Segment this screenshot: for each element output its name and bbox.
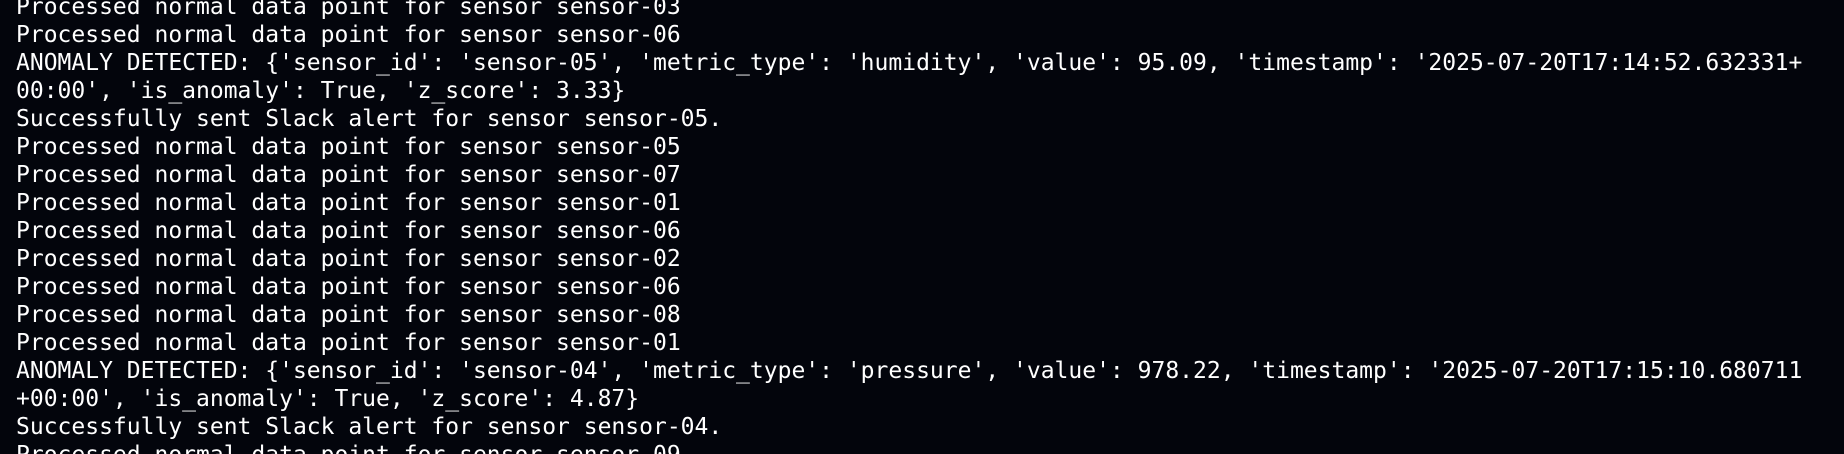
anomaly-log-line: ANOMALY DETECTED: {'sensor_id': 'sensor-…	[16, 358, 1803, 384]
log-line: Processed normal data point for sensor s…	[16, 274, 681, 300]
log-line: Processed normal data point for sensor s…	[16, 218, 681, 244]
log-line: Processed normal data point for sensor s…	[16, 190, 681, 216]
log-line: Processed normal data point for sensor s…	[16, 134, 681, 160]
anomaly-log-line-continued: 00:00', 'is_anomaly': True, 'z_score': 3…	[16, 78, 626, 104]
terminal-output: Processed normal data point for sensor s…	[16, 0, 1802, 454]
alert-log-line: Successfully sent Slack alert for sensor…	[16, 106, 723, 132]
log-line: Processed normal data point for sensor s…	[16, 22, 681, 48]
alert-log-line: Successfully sent Slack alert for sensor…	[16, 414, 723, 440]
log-line: Processed normal data point for sensor s…	[16, 302, 681, 328]
log-line: Processed normal data point for sensor s…	[16, 162, 681, 188]
anomaly-log-line: ANOMALY DETECTED: {'sensor_id': 'sensor-…	[16, 50, 1803, 76]
log-line: Processed normal data point for sensor s…	[16, 441, 1802, 454]
log-line: Processed normal data point for sensor s…	[16, 246, 681, 272]
terminal-window[interactable]: Processed normal data point for sensor s…	[0, 0, 1844, 454]
log-line: Processed normal data point for sensor s…	[16, 330, 681, 356]
log-line: Processed normal data point for sensor s…	[16, 0, 681, 20]
anomaly-log-line-continued: +00:00', 'is_anomaly': True, 'z_score': …	[16, 386, 640, 412]
